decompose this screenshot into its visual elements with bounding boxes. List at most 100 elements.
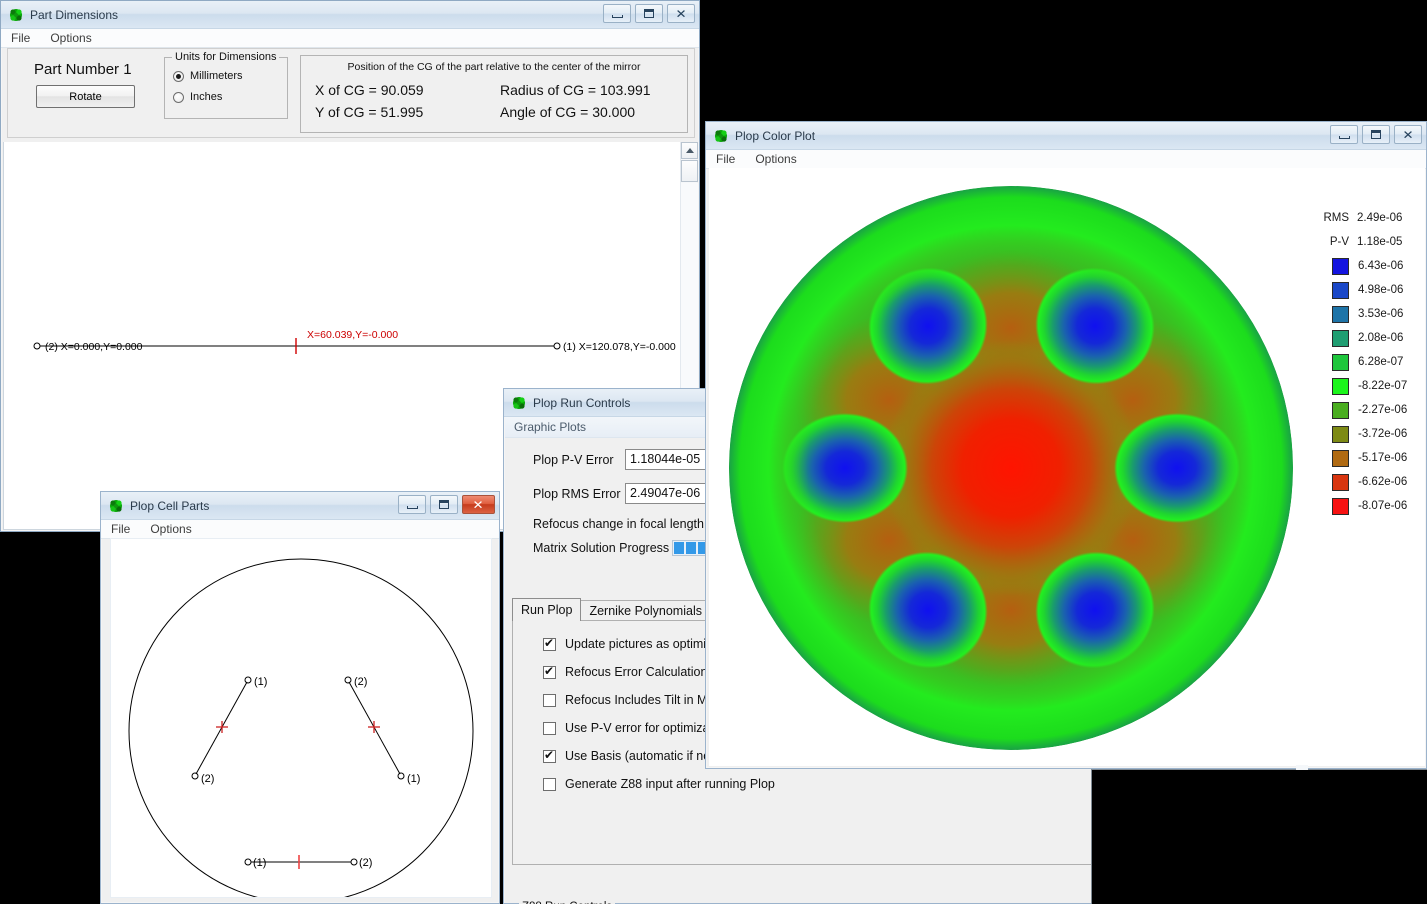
maximize-button[interactable] xyxy=(430,495,458,514)
legend-level-value: -8.22e-07 xyxy=(1358,380,1408,392)
legend-color-swatch xyxy=(1332,305,1349,323)
mirror-deformation-heatmap[interactable] xyxy=(721,178,1301,758)
radio-inches-label: Inches xyxy=(190,91,223,103)
legend-level-value: -2.27e-06 xyxy=(1358,404,1408,416)
plop-app-icon xyxy=(511,395,527,411)
checkbox-generate-z88-input[interactable]: Generate Z88 input after running Plop xyxy=(543,777,775,791)
cell-part-label-3: (2) xyxy=(354,676,367,688)
radio-millimeters-icon[interactable] xyxy=(173,70,184,82)
window-title: Part Dimensions xyxy=(30,7,119,22)
rotate-button[interactable]: Rotate xyxy=(36,85,135,108)
menubar-plop-color-plot[interactable]: File Options xyxy=(706,150,1426,169)
legend-pv-key: P-V xyxy=(1329,236,1349,248)
checkbox-refocus-error-calculation[interactable]: Refocus Error Calculation xyxy=(543,664,707,679)
legend-level-row: 4.98e-06 xyxy=(1307,278,1419,302)
radio-millimeters[interactable]: Millimeters xyxy=(173,70,287,82)
refocus-focal-length-label: Refocus change in focal length xyxy=(533,517,704,531)
heatmap-svg xyxy=(729,186,1293,750)
menubar-plop-cell-parts[interactable]: File Options xyxy=(101,520,499,539)
window-title: Plop Color Plot xyxy=(735,128,816,143)
plop-rms-error-label: Plop RMS Error xyxy=(533,487,621,501)
minimize-button[interactable] xyxy=(398,495,426,514)
titlebar-plop-color-plot[interactable]: Plop Color Plot ✕ xyxy=(706,122,1426,150)
maximize-button[interactable] xyxy=(635,4,663,23)
close-button[interactable]: ✕ xyxy=(667,4,695,23)
cg-radius-value: Radius of CG = 103.991 xyxy=(500,82,651,98)
legend-level-value: -6.62e-06 xyxy=(1358,476,1408,488)
window-plop-color-plot[interactable]: Plop Color Plot ✕ File Options RMS 2.49e… xyxy=(705,121,1427,769)
menu-item-file[interactable]: File xyxy=(11,31,30,45)
checkbox-use-basis-icon[interactable] xyxy=(543,748,556,763)
titlebar-buttons[interactable]: ✕ xyxy=(603,4,695,23)
checkbox-refocus-includes-tilt[interactable]: Refocus Includes Tilt in Mirror xyxy=(543,693,730,707)
titlebar-buttons[interactable]: ✕ xyxy=(398,495,495,514)
checkbox-use-pv-error-icon[interactable] xyxy=(543,721,556,735)
legend-color-swatch xyxy=(1332,497,1349,515)
radio-millimeters-label: Millimeters xyxy=(190,70,243,82)
desktop: Part Dimensions ✕ File Options Part Numb… xyxy=(0,0,1427,904)
menu-item-file[interactable]: File xyxy=(111,522,130,536)
close-button[interactable]: ✕ xyxy=(1394,125,1422,144)
legend-level-row: 6.43e-06 xyxy=(1307,254,1419,278)
legend-pv-value: 1.18e-05 xyxy=(1357,236,1403,248)
legend-rms-key: RMS xyxy=(1323,212,1349,224)
window-title: Plop Run Controls xyxy=(533,395,631,410)
scroll-up-button[interactable] xyxy=(681,142,698,159)
legend-level-value: 3.53e-06 xyxy=(1358,308,1404,320)
legend-level-value: 4.98e-06 xyxy=(1358,284,1404,296)
legend-level-value: 6.28e-07 xyxy=(1358,356,1404,368)
legend-level-row: 2.08e-06 xyxy=(1307,326,1419,350)
part-dimensions-toolpanel: Part Number 1 Rotate Units for Dimension… xyxy=(7,48,695,138)
radio-inches-icon[interactable] xyxy=(173,91,184,103)
menu-item-options[interactable]: Options xyxy=(755,152,796,166)
outer-rim xyxy=(729,186,1293,750)
minimize-button[interactable] xyxy=(603,4,631,23)
legend-color-swatch xyxy=(1332,329,1349,347)
checkbox-refocus-error-calculation-icon[interactable] xyxy=(543,664,556,679)
legend-level-row: 6.28e-07 xyxy=(1307,350,1419,374)
checkbox-generate-z88-input-icon[interactable] xyxy=(543,777,556,791)
cell-part-label-6: (2) xyxy=(359,857,372,869)
legend-level-row: 3.53e-06 xyxy=(1307,302,1419,326)
checkbox-update-pictures-icon[interactable] xyxy=(543,636,556,651)
legend-color-swatch xyxy=(1332,449,1349,467)
legend-color-swatch xyxy=(1332,377,1349,395)
tab-run-plop[interactable]: Run Plop xyxy=(512,598,582,621)
node-label-right: (1) X=120.078,Y=-0.000 xyxy=(563,341,676,353)
cg-x-value: X of CG = 90.059 xyxy=(315,82,424,98)
titlebar-part-dimensions[interactable]: Part Dimensions ✕ xyxy=(1,1,699,29)
menu-item-options[interactable]: Options xyxy=(150,522,191,536)
close-button[interactable]: ✕ xyxy=(462,495,495,514)
legend-level-row: -6.62e-06 xyxy=(1307,470,1419,494)
legend-color-swatch xyxy=(1332,353,1349,371)
cg-angle-value: Angle of CG = 30.000 xyxy=(500,104,636,120)
checkbox-refocus-includes-tilt-icon[interactable] xyxy=(543,693,556,707)
legend-color-swatch xyxy=(1332,425,1349,443)
menu-item-options[interactable]: Options xyxy=(50,31,91,45)
cell-part-label-4: (1) xyxy=(407,773,420,785)
cell-part-label-1: (1) xyxy=(254,676,267,688)
maximize-button[interactable] xyxy=(1362,125,1390,144)
titlebar-buttons[interactable]: ✕ xyxy=(1330,125,1422,144)
node-label-mid: X=60.039,Y=-0.000 xyxy=(307,329,398,341)
units-group-label: Units for Dimensions xyxy=(172,51,280,63)
radio-inches[interactable]: Inches xyxy=(173,91,287,103)
tab-zernike-polynomials[interactable]: Zernike Polynomials xyxy=(580,600,711,621)
legend-levels-list: 6.43e-06 4.98e-06 3.53e-06 2.08e-06 6.28e-07… xyxy=(1307,254,1419,518)
node-label-left: (2) X=0.000,Y=0.000 xyxy=(45,341,143,353)
menubar-part-dimensions[interactable]: File Options xyxy=(1,29,699,48)
titlebar-plop-cell-parts[interactable]: Plop Cell Parts ✕ xyxy=(101,492,499,520)
scrollbar-thumb[interactable] xyxy=(681,160,698,182)
window-plop-cell-parts[interactable]: Plop Cell Parts ✕ File Options (1) (2) (… xyxy=(100,491,500,904)
legend-stat-rms: RMS 2.49e-06 xyxy=(1307,206,1419,230)
legend-level-value: 6.43e-06 xyxy=(1358,260,1404,272)
minimize-button[interactable] xyxy=(1330,125,1358,144)
menu-item-file[interactable]: File xyxy=(716,152,735,166)
cell-part-label-2: (2) xyxy=(201,773,214,785)
legend-level-row: -5.17e-06 xyxy=(1307,446,1419,470)
legend-color-swatch xyxy=(1332,257,1349,275)
cell-parts-diagram: (1) (2) (2) (1) (1) (2) xyxy=(128,558,474,897)
legend-stat-pv: P-V 1.18e-05 xyxy=(1307,230,1419,254)
cg-y-value: Y of CG = 51.995 xyxy=(315,104,424,120)
plop-cell-parts-canvas[interactable]: (1) (2) (2) (1) (1) (2) xyxy=(110,538,492,898)
